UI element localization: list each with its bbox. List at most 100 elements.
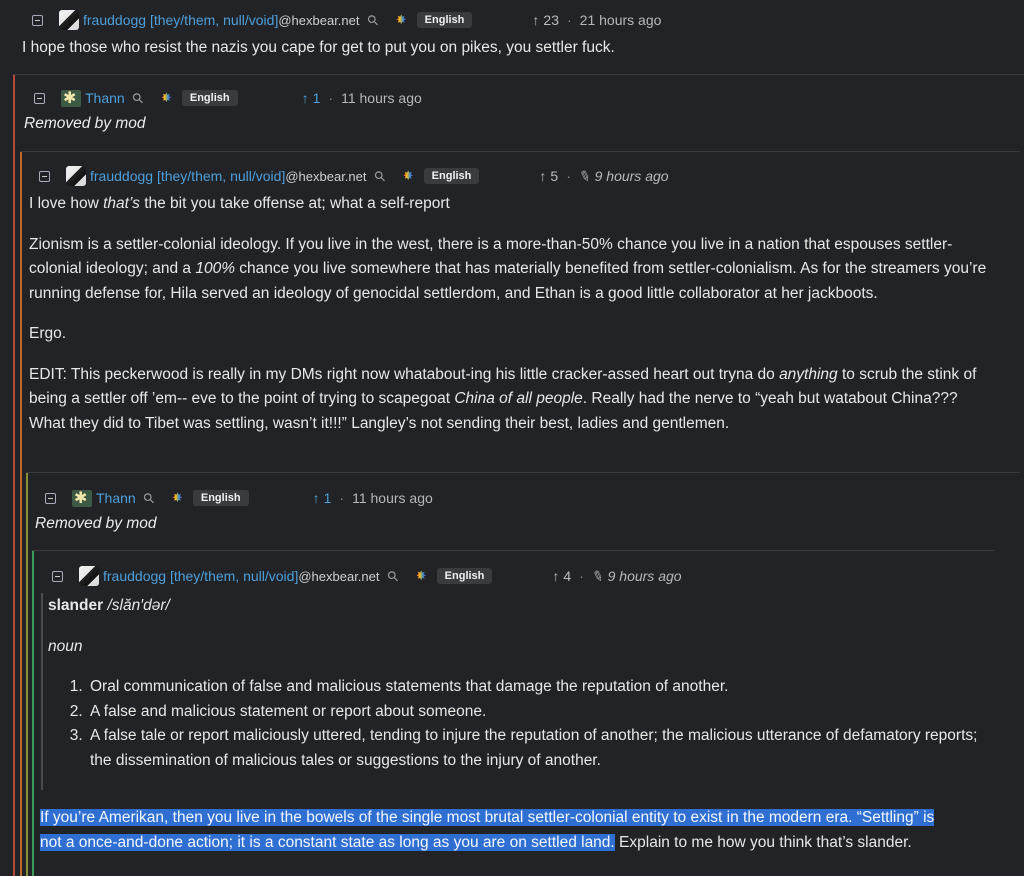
- comment-header: frauddogg [they/them, null/void] @hexbea…: [52, 565, 992, 587]
- link-icon[interactable]: ⚲: [139, 488, 158, 507]
- score: 1: [323, 490, 332, 506]
- vote-count[interactable]: ↑ 1: [302, 90, 321, 106]
- vote-count[interactable]: ↑ 23: [532, 12, 559, 28]
- removed-notice: Removed by mod: [24, 115, 146, 132]
- author-name[interactable]: Thann: [85, 90, 125, 106]
- comment-paragraph: I love how that’s the bit you take offen…: [29, 195, 450, 212]
- separator: ·: [328, 90, 334, 106]
- part-of-speech: noun: [48, 637, 83, 655]
- comment-paragraph: Zionism is a settler-colonial ideology. …: [29, 235, 987, 302]
- timestamp[interactable]: 11 hours ago: [352, 490, 433, 506]
- author-name[interactable]: Thann: [96, 490, 136, 506]
- definition-item: Oral communication of false and maliciou…: [87, 675, 978, 700]
- divider: [32, 550, 994, 551]
- upvote-arrow-icon[interactable]: ↑: [302, 90, 309, 106]
- comment-header: frauddogg [they/them, null/void] @hexbea…: [39, 165, 999, 187]
- separator: ·: [339, 490, 345, 506]
- star-icon: ✸: [160, 90, 172, 105]
- comment-paragraph: EDIT: This peckerwood is really in my DM…: [29, 365, 977, 432]
- comment-5: frauddogg [they/them, null/void] @hexbea…: [52, 565, 992, 587]
- collapse-toggle[interactable]: [32, 14, 43, 26]
- avatar[interactable]: [66, 166, 86, 186]
- divider: [26, 472, 1020, 473]
- link-icon[interactable]: ⚲: [383, 566, 402, 585]
- comment-body: I love how that’s the bit you take offen…: [29, 192, 994, 436]
- author-domain[interactable]: @hexbear.net: [298, 569, 379, 584]
- comment-2: Thann ⚲ ✸ English ↑1 · 11 hours ago Remo…: [24, 87, 1014, 133]
- star-icon: ✸: [415, 568, 427, 583]
- author-name[interactable]: frauddogg [they/them, null/void]: [90, 168, 285, 184]
- definition-item: A false tale or report maliciously utter…: [87, 724, 978, 773]
- edited-pencil-icon: ✎: [576, 166, 594, 186]
- dictionary-word: slander: [48, 597, 104, 614]
- definition-item: A false and malicious statement or repor…: [87, 700, 978, 725]
- link-icon[interactable]: ⚲: [370, 166, 389, 185]
- vote-count[interactable]: ↑ 4: [552, 568, 571, 584]
- upvote-arrow-icon[interactable]: ↑: [552, 568, 559, 584]
- edited-pencil-icon: ✎: [589, 566, 607, 586]
- language-badge: English: [181, 90, 238, 106]
- definition-list: Oral communication of false and maliciou…: [48, 675, 978, 773]
- upvote-arrow-icon[interactable]: ↑: [313, 490, 320, 506]
- author-domain[interactable]: @hexbear.net: [278, 13, 359, 28]
- timestamp[interactable]: 9 hours ago: [595, 168, 669, 184]
- timestamp[interactable]: 9 hours ago: [608, 568, 682, 584]
- divider: [13, 74, 1024, 75]
- avatar[interactable]: [79, 566, 99, 586]
- star-icon: ✸: [395, 12, 407, 27]
- score: 4: [563, 568, 572, 584]
- collapse-toggle[interactable]: [45, 492, 56, 504]
- collapse-toggle[interactable]: [39, 170, 50, 182]
- avatar[interactable]: [61, 89, 81, 107]
- removed-notice: Removed by mod: [35, 515, 157, 532]
- avatar[interactable]: [59, 10, 79, 30]
- highlighted-paragraph: If you’re Amerikan, then you live in the…: [40, 806, 1020, 855]
- vote-count[interactable]: ↑ 1: [313, 490, 332, 506]
- timestamp[interactable]: 21 hours ago: [580, 12, 662, 28]
- upvote-arrow-icon[interactable]: ↑: [532, 12, 539, 28]
- language-badge: English: [416, 12, 473, 28]
- language-badge: English: [192, 490, 249, 506]
- star-icon: ✸: [171, 490, 183, 505]
- link-icon[interactable]: ⚲: [128, 88, 147, 107]
- comment-1: frauddogg [they/them, null/void] @hexbea…: [22, 9, 1022, 61]
- highlight-line: not a once-and-done action; it is a cons…: [40, 833, 912, 851]
- separator: ·: [579, 568, 584, 584]
- dictionary-entry: slander /slăn′dər/: [48, 594, 978, 619]
- comment-4: Thann ⚲ ✸ English ↑1 · 11 hours ago Remo…: [35, 487, 985, 533]
- thread-line-depth-2[interactable]: [20, 151, 22, 876]
- separator: ·: [566, 12, 572, 28]
- author-name[interactable]: frauddogg [they/them, null/void]: [83, 12, 278, 28]
- comment-paragraph: Ergo.: [29, 325, 67, 342]
- author-domain[interactable]: @hexbear.net: [285, 169, 366, 184]
- comment-body: slander /slăn′dər/ noun Oral communicati…: [48, 594, 978, 773]
- comment-header: Thann ⚲ ✸ English ↑1 · 11 hours ago: [34, 87, 1014, 109]
- pronunciation: /slăn′dər/: [107, 597, 170, 614]
- divider: [20, 151, 1020, 152]
- star-icon: ✸: [402, 168, 414, 183]
- vote-count[interactable]: ↑ 5: [539, 168, 558, 184]
- comment-body: I hope those who resist the nazis you ca…: [22, 36, 1022, 61]
- author-name[interactable]: frauddogg [they/them, null/void]: [103, 568, 298, 584]
- score: 1: [312, 90, 321, 106]
- avatar[interactable]: [72, 489, 92, 507]
- separator: ·: [566, 168, 571, 184]
- upvote-arrow-icon[interactable]: ↑: [539, 168, 546, 184]
- highlight-line: If you’re Amerikan, then you live in the…: [40, 809, 935, 826]
- comment-3: frauddogg [they/them, null/void] @hexbea…: [29, 165, 999, 436]
- comment-text: I hope those who resist the nazis you ca…: [22, 39, 615, 56]
- score: 5: [550, 168, 559, 184]
- thread-line-depth-4[interactable]: [32, 550, 34, 876]
- link-icon[interactable]: ⚲: [363, 10, 382, 29]
- collapse-toggle[interactable]: [52, 570, 63, 582]
- thread-line-depth-3[interactable]: [26, 472, 28, 876]
- comment-header: frauddogg [they/them, null/void] @hexbea…: [32, 9, 1022, 31]
- comment-header: Thann ⚲ ✸ English ↑1 · 11 hours ago: [45, 487, 985, 509]
- language-badge: English: [436, 568, 493, 584]
- score: 23: [543, 12, 559, 28]
- collapse-toggle[interactable]: [34, 92, 45, 104]
- timestamp[interactable]: 11 hours ago: [341, 90, 422, 106]
- thread-line-depth-1[interactable]: [13, 74, 15, 876]
- language-badge: English: [423, 168, 480, 184]
- blockquote-bar: [41, 593, 43, 790]
